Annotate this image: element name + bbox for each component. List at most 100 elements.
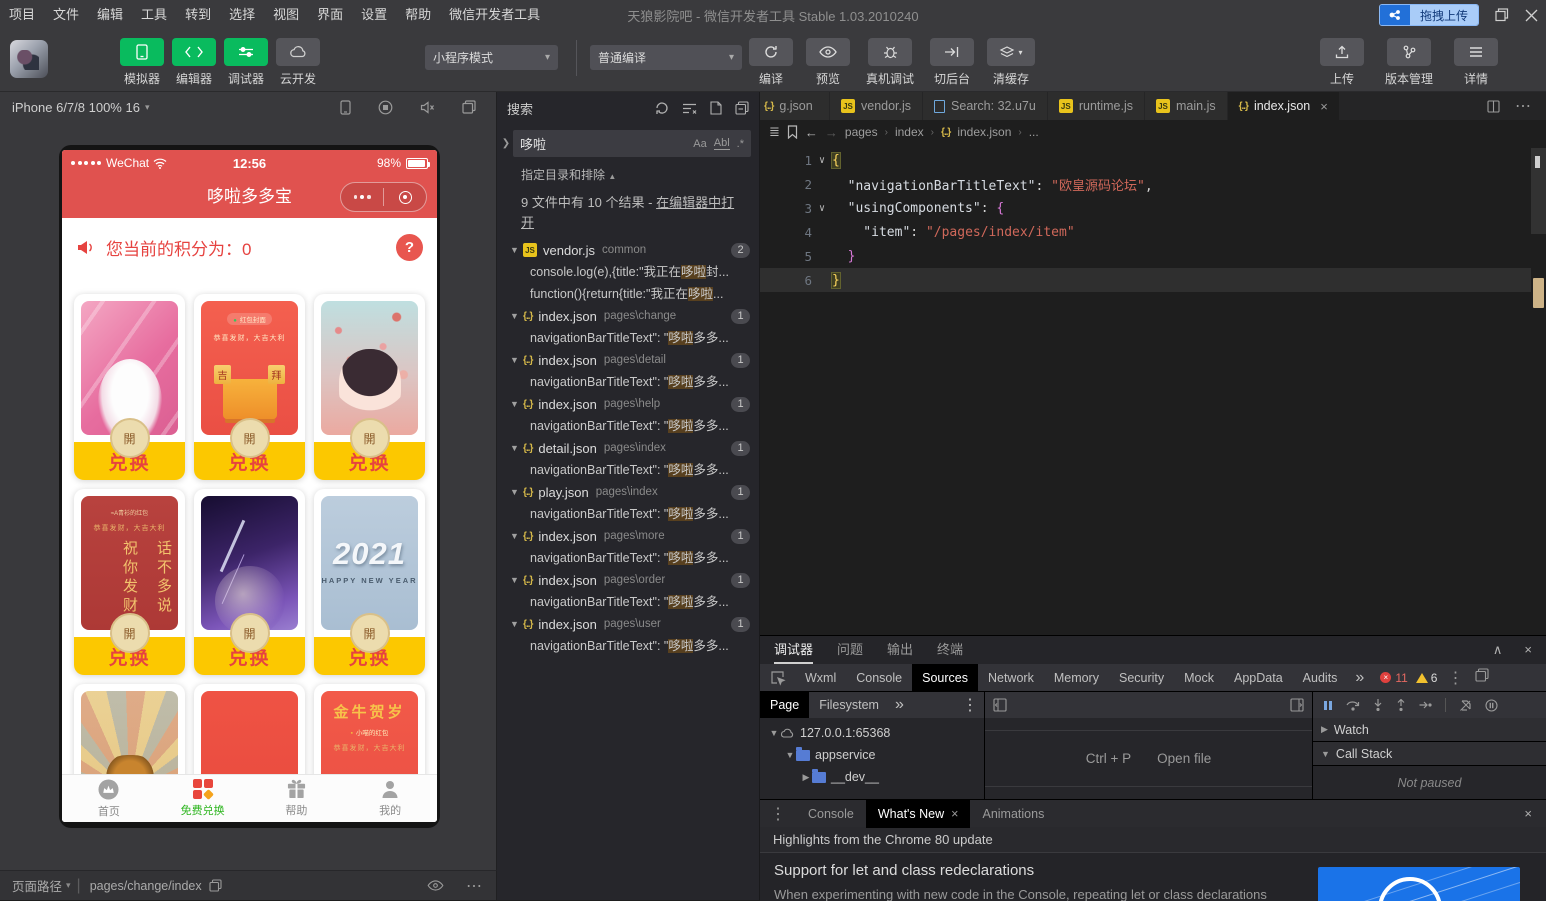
search-result-match-row[interactable]: console.log(e),{title:"我正在哆啦封... (497, 261, 759, 283)
sidebar-menu-icon[interactable]: ⋮ (956, 695, 984, 715)
show-navigator-icon[interactable] (993, 698, 1007, 712)
breadcrumb-index[interactable]: index (895, 125, 924, 139)
exit-miniprogram-button[interactable] (384, 190, 426, 204)
devtools-tab-security[interactable]: Security (1109, 664, 1174, 692)
tab-mine[interactable]: 我的 (343, 775, 437, 822)
details-button[interactable]: 详情 (1452, 38, 1500, 87)
search-input[interactable]: 哆啦 Aa Abl .* (513, 130, 751, 157)
tab-home[interactable]: 首页 (62, 775, 156, 822)
collapse-panel-icon[interactable]: ∧ (1493, 642, 1503, 658)
breadcrumb-pages[interactable]: pages (845, 125, 878, 139)
card-cover-image[interactable] (201, 496, 298, 630)
close-tab-icon[interactable]: × (951, 807, 958, 821)
chevron-down-icon[interactable]: ▼ (510, 355, 523, 365)
record-icon[interactable] (378, 100, 393, 115)
compile-button[interactable]: 编译 (747, 38, 795, 87)
search-result-file-row[interactable]: ▼ {..} index.json pages\change 1 (497, 305, 759, 327)
more-actions-icon[interactable]: ⋯ (466, 876, 484, 896)
tab-index-json[interactable]: {..} index.json × (1227, 92, 1340, 120)
preview-button[interactable]: 预览 (804, 38, 852, 87)
simulator-toggle-button[interactable]: 模拟器 (118, 38, 166, 87)
search-result-file-row[interactable]: ▼ {..} play.json pages\index 1 (497, 481, 759, 503)
editor-scrollbar[interactable] (1531, 148, 1546, 635)
search-result-match-row[interactable]: navigationBarTitleText": "哆啦多多... (497, 635, 759, 657)
copy-icon[interactable] (209, 879, 222, 892)
new-search-editor-icon[interactable] (710, 101, 722, 115)
tree-folder-appservice[interactable]: ▼ appservice (760, 744, 984, 766)
tab-problems[interactable]: 问题 (837, 636, 863, 664)
version-control-button[interactable]: 版本管理 (1379, 38, 1439, 87)
card-cover-image[interactable] (321, 301, 418, 435)
drag-upload-button[interactable]: 拖拽上传 (1378, 4, 1479, 26)
card-cover-image[interactable]: 2021 HAPPY NEW YEAR (321, 496, 418, 630)
breadcrumb-file[interactable]: index.json (957, 125, 1011, 139)
tab-help[interactable]: 帮助 (250, 775, 344, 822)
step-over-icon[interactable] (1346, 700, 1360, 711)
article-image[interactable] (1318, 867, 1520, 901)
chevron-down-icon[interactable]: ▼ (510, 531, 523, 541)
help-button[interactable]: ? (396, 233, 423, 261)
call-stack-section[interactable]: ▼ Call Stack (1313, 742, 1546, 766)
regex-toggle[interactable]: .* (737, 138, 744, 150)
devtools-menu-icon[interactable]: ⋮ (1447, 668, 1463, 688)
close-tab-icon[interactable]: × (1320, 99, 1328, 114)
card-cover-image[interactable]: ≈A青衫的红包 恭喜发财，大吉大利 祝你发财 话不多说 (81, 496, 178, 630)
clear-results-icon[interactable] (682, 102, 697, 115)
code-editor[interactable]: 1 ∨{ 2 "navigationBarTitleText": "欧皇源码论坛"… (760, 144, 1546, 292)
search-result-match-row[interactable]: function(){return{title:"我正在哆啦... (497, 283, 759, 305)
search-directory-toggle[interactable]: 指定目录和排除 ▲ (521, 166, 759, 183)
devtools-tab-memory[interactable]: Memory (1044, 664, 1109, 692)
pause-script-icon[interactable] (1323, 700, 1333, 711)
card-cover-image[interactable] (81, 301, 178, 435)
more-tabs-icon[interactable]: ⋯ (1515, 96, 1532, 116)
search-result-file-row[interactable]: ▼ {..} index.json pages\user 1 (497, 613, 759, 635)
window-restore-icon[interactable] (1495, 8, 1509, 22)
tab-main-js[interactable]: JS main.js (1145, 92, 1228, 120)
menu-goto[interactable]: 转到 (176, 0, 220, 30)
page-path-label[interactable]: 页面路径 (12, 876, 62, 895)
multi-window-icon[interactable] (462, 100, 476, 114)
error-count-badge[interactable]: × 11 (1380, 671, 1408, 685)
devtools-tab-sources[interactable]: Sources (912, 663, 978, 692)
chevron-down-icon[interactable]: ▼ (510, 443, 523, 453)
article-title[interactable]: Support for let and class redeclarations (774, 862, 1034, 879)
search-result-match-row[interactable]: navigationBarTitleText": "哆啦多多... (497, 459, 759, 481)
menu-help[interactable]: 帮助 (396, 0, 440, 30)
step-out-icon[interactable] (1396, 699, 1406, 711)
breadcrumb-more[interactable]: ... (1029, 125, 1039, 139)
tab-free-redeem[interactable]: 免费兑换 (156, 775, 250, 822)
devtools-tab-appdata[interactable]: AppData (1224, 664, 1293, 692)
menu-select[interactable]: 选择 (220, 0, 264, 30)
compile-mode-select[interactable]: 普通编译 ▾ (590, 45, 742, 70)
switch-background-button[interactable]: 切后台 (928, 38, 976, 87)
search-result-file-row[interactable]: ▼ {..} index.json pages\help 1 (497, 393, 759, 415)
remote-debug-button[interactable]: 真机调试 (861, 38, 919, 87)
cloud-dev-button[interactable]: 云开发 (274, 38, 322, 87)
search-result-file-row[interactable]: ▼ {..} index.json pages\order 1 (497, 569, 759, 591)
menu-view[interactable]: 视图 (264, 0, 308, 30)
collapse-all-icon[interactable] (735, 101, 749, 115)
tree-folder-dev[interactable]: ▶ __dev__ (760, 766, 984, 788)
close-panel-icon[interactable]: × (1524, 642, 1532, 658)
tab-search-results[interactable]: Search: 32.u7u (923, 92, 1048, 120)
pause-on-exceptions-icon[interactable] (1485, 698, 1498, 712)
refresh-search-icon[interactable] (655, 101, 669, 115)
whitespace-icon[interactable]: ≣ (769, 124, 780, 140)
menu-edit[interactable]: 编辑 (88, 0, 132, 30)
chevron-down-icon[interactable]: ▼ (510, 399, 523, 409)
chevron-down-icon[interactable]: ▼ (510, 619, 523, 629)
chevron-down-icon[interactable]: ▼ (510, 311, 523, 321)
bookmark-icon[interactable] (787, 125, 798, 139)
search-result-file-row[interactable]: ▼ JS vendor.js common 2 (497, 239, 759, 261)
search-result-match-row[interactable]: navigationBarTitleText": "哆啦多多... (497, 327, 759, 349)
drawer-tab-animations[interactable]: Animations (970, 800, 1056, 828)
debugger-toggle-button[interactable]: 调试器 (222, 38, 270, 87)
close-drawer-icon[interactable]: × (1524, 806, 1546, 821)
menu-tools[interactable]: 工具 (132, 0, 176, 30)
devtools-tab-console[interactable]: Console (846, 664, 912, 692)
deactivate-breakpoints-icon[interactable] (1459, 699, 1472, 712)
step-icon[interactable] (1419, 700, 1432, 710)
tree-host[interactable]: ▼ 127.0.0.1:65368 (760, 722, 984, 744)
devtools-tab-wxml[interactable]: Wxml (795, 664, 846, 692)
tab-debugger[interactable]: 调试器 (774, 636, 814, 664)
